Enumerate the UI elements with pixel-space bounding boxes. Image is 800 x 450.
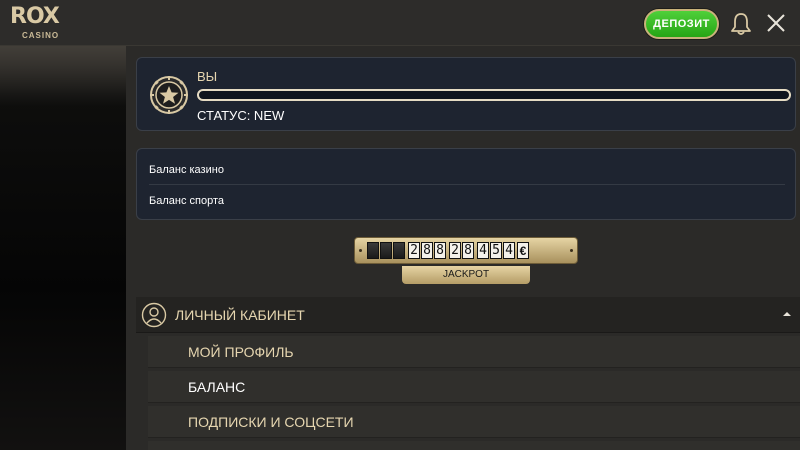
user-name: ВЫ xyxy=(197,69,218,84)
jackpot-digit xyxy=(380,242,392,259)
deposit-button[interactable]: ДЕПОЗИТ xyxy=(644,9,719,39)
jackpot-digit: 5 xyxy=(490,242,502,259)
jackpot-digit: 8 xyxy=(462,242,474,259)
poker-chip-star-icon xyxy=(150,76,188,114)
rox-logo[interactable]: ROX CASINO xyxy=(10,4,60,42)
menu-item-next-partial[interactable] xyxy=(148,441,800,450)
user-circle-icon xyxy=(141,302,167,328)
status-label: СТАТУС: NEW xyxy=(197,108,285,123)
menu-item-balance[interactable]: БАЛАНС xyxy=(148,371,800,403)
chevron-up-icon[interactable] xyxy=(782,309,792,319)
top-header: ROX CASINO ДЕПОЗИТ xyxy=(0,0,800,46)
casino-balance-row: Баланс казино xyxy=(149,155,785,185)
close-icon[interactable] xyxy=(766,13,786,33)
jackpot-digit: 2 xyxy=(449,242,461,259)
jackpot-digit: 2 xyxy=(408,242,420,259)
menu-item-my-profile[interactable]: МОЙ ПРОФИЛЬ xyxy=(148,336,800,368)
balance-card: Баланс казино Баланс спорта xyxy=(136,148,796,220)
left-panel-glow xyxy=(0,46,126,106)
jackpot-digit: 8 xyxy=(434,242,446,259)
jackpot-rivet xyxy=(359,249,362,252)
logo-main-text: ROX xyxy=(10,4,60,29)
sport-balance-row: Баланс спорта xyxy=(149,195,224,207)
personal-cabinet-header[interactable]: ЛИЧНЫЙ КАБИНЕТ xyxy=(136,297,800,333)
jackpot-currency: € xyxy=(517,242,529,259)
jackpot-digit: 4 xyxy=(503,242,515,259)
jackpot-digit: 8 xyxy=(421,242,433,259)
level-progress-bar xyxy=(197,89,791,101)
jackpot-label: JACKPOT xyxy=(402,266,530,284)
jackpot-counter: 2 8 8 2 8 4 5 4 € xyxy=(354,237,578,264)
jackpot-rivet xyxy=(570,249,573,252)
left-background-panel xyxy=(0,46,126,450)
personal-cabinet-label: ЛИЧНЫЙ КАБИНЕТ xyxy=(175,307,305,323)
profile-card: ВЫ СТАТУС: NEW xyxy=(136,57,796,131)
jackpot-digit xyxy=(367,242,379,259)
jackpot-digit: 4 xyxy=(477,242,489,259)
jackpot-digit xyxy=(393,242,405,259)
jackpot-digits: 2 8 8 2 8 4 5 4 € xyxy=(367,242,529,259)
menu-item-subscriptions[interactable]: ПОДПИСКИ И СОЦСЕТИ xyxy=(148,406,800,438)
bell-icon[interactable] xyxy=(730,12,752,36)
logo-sub-text: CASINO xyxy=(22,31,60,40)
